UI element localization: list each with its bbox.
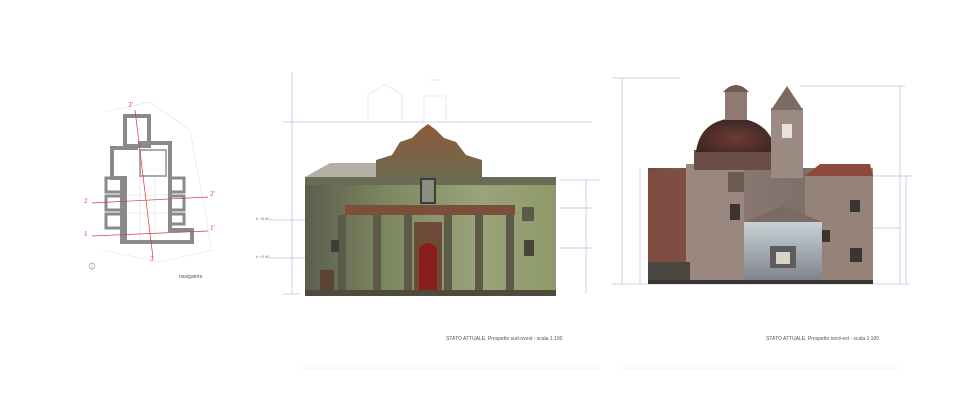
drawing-sheet: 3' 2' 1' 2 1 3 navigatore h +8.50 h +3.9… [0, 0, 980, 411]
bottom-marks [300, 367, 900, 369]
